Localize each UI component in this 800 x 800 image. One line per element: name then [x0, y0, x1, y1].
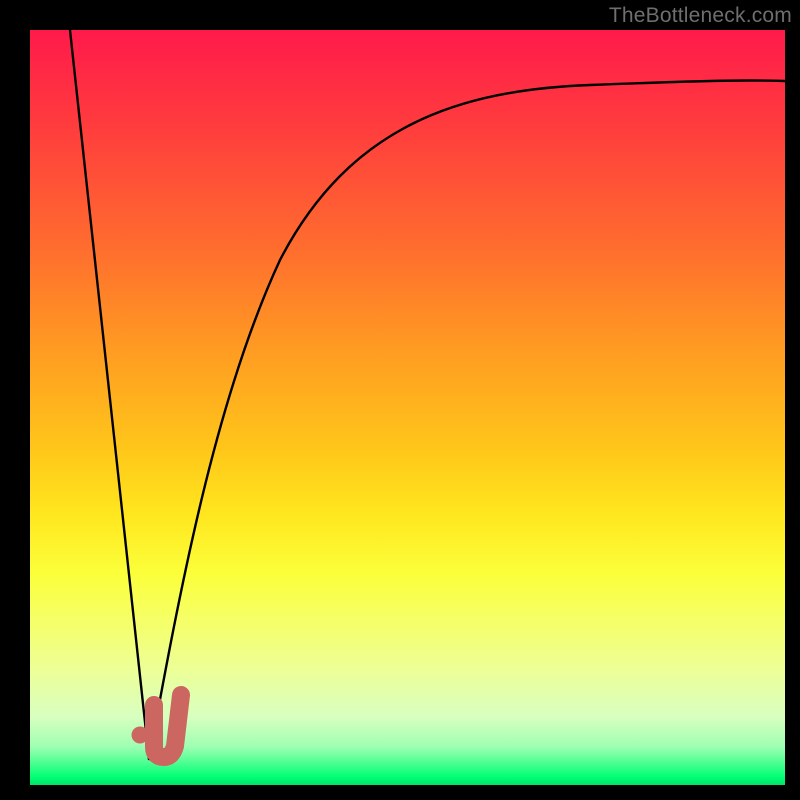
- chart-frame: TheBottleneck.com: [0, 0, 800, 800]
- plot-area: [30, 30, 785, 785]
- watermark-text: TheBottleneck.com: [609, 4, 792, 28]
- selected-point-jmark: [30, 30, 785, 785]
